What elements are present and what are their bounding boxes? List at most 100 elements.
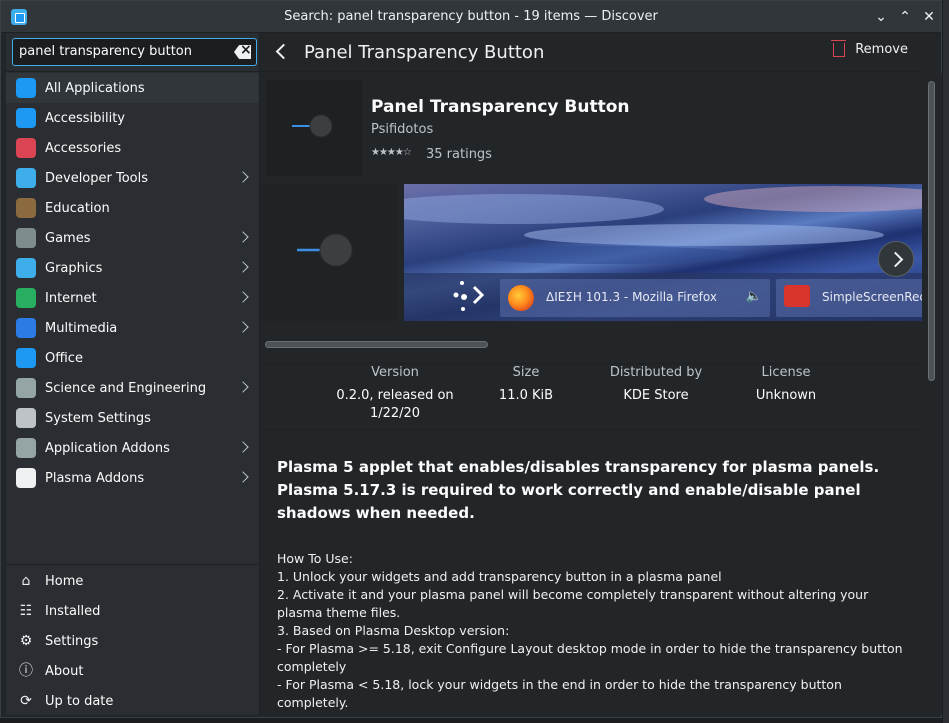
chevron-down-icon[interactable]: ⌄ (871, 7, 891, 27)
addons-icon (16, 438, 36, 458)
grid-icon (16, 78, 36, 98)
office-icon (16, 348, 36, 368)
speaker-icon: 🔈 (745, 289, 762, 304)
sidebar-item-education[interactable]: Education (6, 193, 259, 223)
taskbar-label: SimpleScreenRec (822, 290, 922, 304)
taskbar-item-recorder: SimpleScreenRec (776, 279, 922, 317)
chevron-right-icon (237, 441, 249, 453)
sidebar-item-games[interactable]: Games (6, 223, 259, 253)
app-summary: Plasma 5 applet that enables/disables tr… (277, 458, 880, 522)
developer-tools-icon (16, 168, 36, 188)
sidebar-item-label: Graphics (45, 260, 103, 276)
sidebar-item-accessibility[interactable]: Accessibility (6, 103, 259, 133)
chevron-right-icon (237, 471, 249, 483)
nav-item-about[interactable]: ⓘ About (6, 656, 259, 686)
title-bar[interactable]: Search: panel transparency button - 19 i… (1, 1, 941, 33)
nav-item-settings[interactable]: ⚙ Settings (6, 626, 259, 656)
search-field[interactable]: panel transparency button (12, 38, 257, 66)
nav-item-label: Installed (45, 603, 101, 619)
system-settings-icon (16, 408, 36, 428)
license-column: License Unknown (740, 364, 832, 405)
accessibility-icon (16, 108, 36, 128)
sidebar-item-accessories[interactable]: Accessories (6, 133, 259, 163)
sidebar-item-label: Science and Engineering (45, 380, 207, 396)
sidebar-item-developer-tools[interactable]: Developer Tools (6, 163, 259, 193)
size-column: Size 11.0 KiB (488, 364, 564, 405)
sidebar-item-application-addons[interactable]: Application Addons (6, 433, 259, 463)
window-title: Search: panel transparency button - 19 i… (284, 9, 658, 24)
distributor-column: Distributed by KDE Store (596, 364, 716, 405)
nav-item-label: Settings (45, 633, 99, 649)
sidebar-item-label: Accessibility (45, 110, 125, 126)
license-label: License (761, 365, 811, 380)
graphics-icon (16, 258, 36, 278)
sidebar-item-label: Application Addons (45, 440, 170, 456)
nav-item-label: About (45, 663, 84, 679)
page-header: Panel Transparency Button Remove (260, 33, 922, 72)
license-value: Unknown (755, 388, 817, 403)
distributed-by-value[interactable]: KDE Store (596, 387, 716, 405)
sidebar-item-label: Developer Tools (45, 170, 149, 186)
rating-count[interactable]: 35 ratings (426, 147, 492, 162)
description-line: 2. Activate it and your plasma panel wil… (277, 587, 873, 620)
plasma-panel: ΔΙΕΣΗ 101.3 - Mozilla Firefox 🔈 SimpleSc… (404, 273, 922, 321)
divider (260, 429, 922, 430)
chevron-right-icon (237, 321, 249, 333)
app-author[interactable]: Psifidotos (371, 122, 433, 137)
description-line: - For Plasma < 5.18, lock your widgets i… (277, 677, 846, 710)
sidebar-item-internet[interactable]: Internet (6, 283, 259, 313)
chevron-right-icon (237, 261, 249, 273)
category-list: All Applications Accessibility Accessories… (6, 73, 259, 493)
chevron-right-icon (237, 171, 249, 183)
scrollbar-thumb[interactable] (928, 81, 935, 381)
screen-recorder-icon (784, 285, 810, 307)
streak (704, 186, 922, 212)
trash-icon (831, 39, 847, 57)
flask-icon (16, 378, 36, 398)
description-line: How To Use: (277, 551, 353, 566)
next-screenshot-button[interactable] (878, 241, 914, 277)
size-label: Size (512, 365, 540, 380)
taskbar-label: ΔΙΕΣΗ 101.3 - Mozilla Firefox (546, 290, 717, 304)
remove-button[interactable]: Remove (831, 39, 908, 57)
nav-item-up-to-date[interactable]: ⟳ Up to date (6, 686, 259, 716)
version-value: 0.2.0, released on 1/22/20 (336, 388, 454, 421)
sidebar-item-graphics[interactable]: Graphics (6, 253, 259, 283)
app-thumbnail (266, 80, 362, 176)
sidebar-item-system-settings[interactable]: System Settings (6, 403, 259, 433)
screenshot-thumbnail[interactable] (260, 184, 397, 321)
sidebar-item-label: Internet (45, 290, 97, 306)
sidebar-item-office[interactable]: Office (6, 343, 259, 373)
globe-icon (16, 288, 36, 308)
chalkboard-icon (16, 198, 36, 218)
clear-search-icon[interactable] (234, 45, 251, 59)
plasma-icon (16, 468, 36, 488)
nav-item-installed[interactable]: ☷ Installed (6, 596, 259, 626)
chevron-up-icon[interactable]: ⌃ (895, 7, 915, 27)
horizontal-scrollbar[interactable] (265, 341, 488, 348)
sidebar-item-plasma-addons[interactable]: Plasma Addons (6, 463, 259, 493)
app-description: How To Use: 1. Unlock your widgets and ad… (277, 550, 913, 712)
nav-item-label: Up to date (45, 693, 114, 709)
sidebar-item-science-and-engineering[interactable]: Science and Engineering (6, 373, 259, 403)
sidebar-item-multimedia[interactable]: Multimedia (6, 313, 259, 343)
streak (524, 224, 884, 246)
search-input[interactable]: panel transparency button (19, 44, 219, 59)
sidebar-item-all-applications[interactable]: All Applications (6, 73, 259, 103)
toolbox-icon (16, 138, 36, 158)
desktop-background (943, 0, 949, 723)
close-icon[interactable]: ✕ (919, 7, 939, 27)
back-arrow-icon[interactable] (274, 43, 290, 59)
discover-window: Search: panel transparency button - 19 i… (0, 0, 942, 718)
divider (6, 564, 259, 565)
distributed-by-label: Distributed by (609, 365, 703, 380)
update-icon: ⟳ (20, 693, 32, 709)
version-column: Version 0.2.0, released on 1/22/20 (330, 364, 460, 423)
description-line: 1. Unlock your widgets and add transpare… (277, 569, 722, 584)
divider (6, 71, 259, 72)
nav-item-home[interactable]: ⌂ Home (6, 566, 259, 596)
screenshot-image[interactable]: ΔΙΕΣΗ 101.3 - Mozilla Firefox 🔈 SimpleSc… (404, 184, 922, 321)
vertical-scrollbar[interactable] (922, 73, 942, 715)
sidebar: panel transparency button All Applicatio… (6, 33, 260, 715)
sidebar-item-label: Games (45, 230, 91, 246)
